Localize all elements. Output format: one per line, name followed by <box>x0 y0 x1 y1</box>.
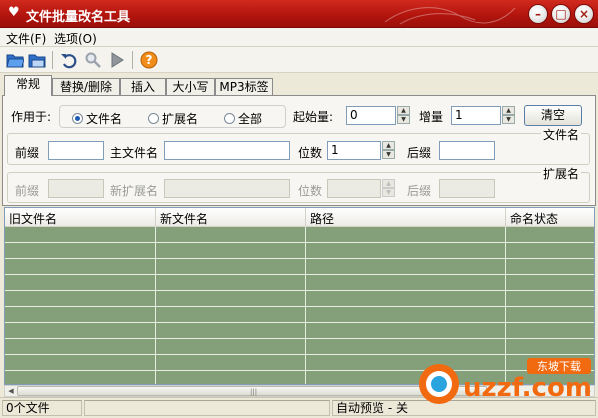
toolbar-separator <box>132 51 133 69</box>
list-header: 旧文件名 新文件名 路径 命名状态 <box>5 208 594 227</box>
new-ext-label: 新扩展名 <box>110 184 159 198</box>
close-button[interactable]: × <box>574 4 594 24</box>
toolbar-separator <box>52 51 53 69</box>
start-input[interactable]: 0 <box>346 106 396 125</box>
main-name-input[interactable] <box>164 141 290 160</box>
file-count: 0个文件 <box>2 400 82 416</box>
suffix-input[interactable] <box>439 141 495 160</box>
minimize-button[interactable]: – <box>528 4 548 24</box>
radio-filename[interactable]: 文件名 <box>72 110 122 127</box>
grip-icon: ||| <box>250 388 258 396</box>
ext-digits-spinner[interactable]: ▲ ▼ <box>382 179 395 198</box>
start-label: 起始量: <box>293 110 334 124</box>
search-icon[interactable] <box>84 51 102 69</box>
play-icon[interactable] <box>108 51 126 69</box>
radio-dot <box>148 113 159 124</box>
column-divider <box>305 227 306 384</box>
radio-extension[interactable]: 扩展名 <box>148 110 198 127</box>
save-icon[interactable] <box>28 51 46 69</box>
column-divider <box>155 227 156 384</box>
title-bar: ♥ 文件批量改名工具 – □ × <box>0 0 598 28</box>
digits-spinner[interactable]: ▲ ▼ <box>382 141 395 160</box>
status-spacer <box>84 400 330 416</box>
main-name-label: 主文件名 <box>110 146 159 160</box>
prefix-input[interactable] <box>48 141 104 160</box>
digits-label: 位数 <box>298 146 323 160</box>
prefix-label: 前缀 <box>15 146 40 160</box>
ext-suffix-input[interactable] <box>439 179 495 198</box>
column-path[interactable]: 路径 <box>306 208 506 227</box>
apply-to-label: 作用于: <box>11 110 52 124</box>
help-icon[interactable]: ? <box>140 51 158 69</box>
column-new-name[interactable]: 新文件名 <box>156 208 306 227</box>
title-decoration <box>384 7 516 25</box>
menu-file[interactable]: 文件(F) <box>6 30 46 47</box>
step-spinner[interactable]: ▲ ▼ <box>502 106 515 125</box>
menu-bar: 文件(F) 选项(O) <box>0 28 598 47</box>
step-input[interactable]: 1 <box>451 106 501 125</box>
step-label: 增量 <box>419 110 444 124</box>
app-heart-icon: ♥ <box>8 5 20 20</box>
ext-prefix-label: 前缀 <box>15 184 40 198</box>
window-title: 文件批量改名工具 <box>26 10 131 25</box>
undo-icon[interactable] <box>60 51 78 69</box>
open-folder-icon[interactable] <box>6 51 24 69</box>
tab-replace-delete[interactable]: 替换/删除 <box>52 78 120 96</box>
radio-dot <box>72 113 83 124</box>
radio-all[interactable]: 全部 <box>224 110 262 127</box>
menu-options[interactable]: 选项(O) <box>54 30 97 47</box>
radio-dot <box>224 113 235 124</box>
scroll-left-icon[interactable]: ◀ <box>5 386 17 396</box>
toolbar: ? <box>0 47 598 73</box>
apply-to-group: 文件名 扩展名 全部 <box>59 105 286 128</box>
tab-case[interactable]: 大小写 <box>166 78 215 96</box>
svg-text:东坡下载: 东坡下载 <box>537 360 581 373</box>
svg-text:?: ? <box>146 53 153 67</box>
ext-prefix-input[interactable] <box>48 179 104 198</box>
clear-button[interactable]: 清空 <box>524 105 582 126</box>
tab-insert[interactable]: 插入 <box>120 78 166 96</box>
maximize-button[interactable]: □ <box>551 4 571 24</box>
tab-strip: 常规 替换/删除 插入 大小写 MP3标签 <box>0 74 598 96</box>
tab-mp3-tags[interactable]: MP3标签 <box>215 78 273 96</box>
column-status[interactable]: 命名状态 <box>506 208 594 227</box>
svg-text:uzzf.com: uzzf.com <box>463 373 592 403</box>
tab-general[interactable]: 常规 <box>4 75 52 96</box>
general-panel: 作用于: 文件名 扩展名 全部 起始量: 0 ▲ ▼ 增量 1 ▲ ▼ 清空 文件名… <box>2 95 596 206</box>
uzzf-watermark-logo: uzzf.com 东坡下载 <box>419 358 592 404</box>
ext-digits-label: 位数 <box>298 184 323 198</box>
new-ext-input[interactable] <box>164 179 290 198</box>
suffix-label: 后缀 <box>407 146 432 160</box>
column-old-name[interactable]: 旧文件名 <box>5 208 156 227</box>
extension-group-label: 扩展名 <box>541 165 582 182</box>
ext-suffix-label: 后缀 <box>407 184 432 198</box>
filename-group-label: 文件名 <box>541 126 582 143</box>
digits-input[interactable]: 1 <box>327 141 381 160</box>
start-spinner[interactable]: ▲ ▼ <box>397 106 410 125</box>
ext-digits-input[interactable] <box>327 179 381 198</box>
